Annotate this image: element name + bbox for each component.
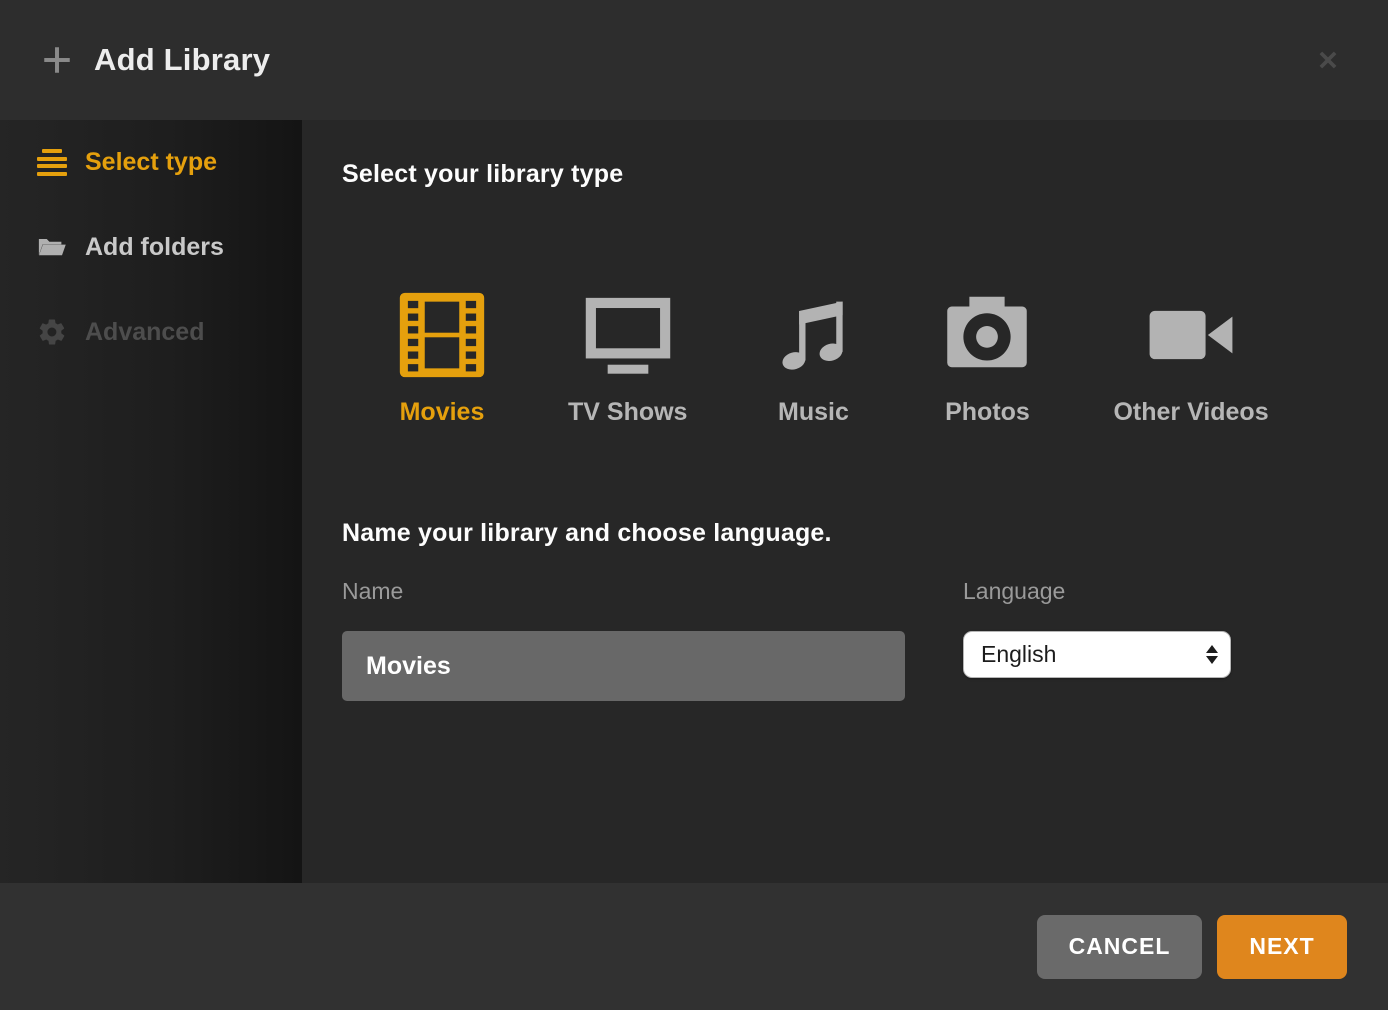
close-button[interactable] [1308,40,1348,80]
close-icon [1314,46,1342,74]
select-stepper-icon [1206,645,1218,664]
cancel-button[interactable]: CANCEL [1037,915,1202,979]
video-camera-icon [1145,289,1237,381]
library-type-photos[interactable]: Photos [939,289,1035,427]
tv-icon [581,289,675,381]
dialog-content: Select your library type [302,120,1388,883]
music-note-icon [768,289,858,381]
wizard-steps-sidebar: Select type Add folders Advanced [0,120,302,883]
language-selected-value: English [981,641,1056,668]
sidebar-item-label: Select type [85,148,217,177]
sidebar-item-select-type[interactable]: Select type [0,134,302,191]
name-field-label: Name [342,578,905,605]
gear-icon [36,317,68,347]
sidebar-item-add-folders[interactable]: Add folders [0,218,302,276]
sidebar-item-label: Advanced [85,318,204,347]
add-library-dialog: Add Library Select type [0,0,1388,1010]
dialog-footer: CANCEL NEXT [0,883,1388,1010]
camera-icon [942,289,1032,381]
dialog-title: Add Library [94,42,270,78]
language-select[interactable]: English [963,631,1231,678]
library-name-input[interactable] [342,631,905,701]
language-field-label: Language [963,578,1231,605]
next-button[interactable]: NEXT [1217,915,1347,979]
library-type-heading: Select your library type [342,160,1348,189]
library-type-label: Music [778,398,849,427]
dialog-header: Add Library [0,0,1388,120]
library-type-list: Movies TV Shows [342,289,1348,427]
library-type-tv-shows[interactable]: TV Shows [568,289,687,427]
plus-icon [40,43,74,77]
film-strip-icon [396,289,488,381]
name-language-form: Name Language English [342,578,1348,701]
library-type-label: Movies [400,398,485,427]
library-type-other-videos[interactable]: Other Videos [1113,289,1268,427]
list-lines-icon [36,149,68,176]
library-type-music[interactable]: Music [765,289,861,427]
sidebar-item-advanced: Advanced [0,303,302,361]
library-type-label: TV Shows [568,398,687,427]
sidebar-item-label: Add folders [85,233,224,262]
name-section-heading: Name your library and choose language. [342,519,1348,548]
library-type-movies[interactable]: Movies [394,289,490,427]
library-type-label: Photos [945,398,1030,427]
dialog-body: Select type Add folders Advanced [0,120,1388,883]
library-type-label: Other Videos [1113,398,1268,427]
open-folder-icon [36,232,68,262]
